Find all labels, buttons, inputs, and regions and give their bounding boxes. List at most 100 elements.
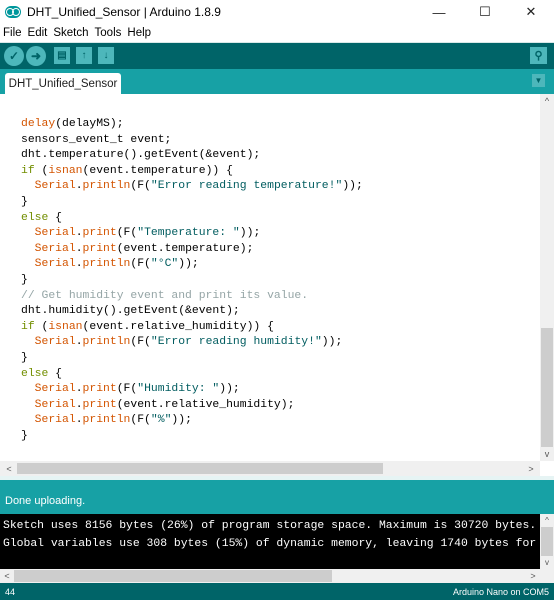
upload-icon: ➜: [30, 49, 42, 63]
minimize-button[interactable]: —: [416, 0, 462, 24]
menu-file[interactable]: File: [3, 27, 22, 39]
console-horizontal-scrollbar[interactable]: < >: [0, 569, 554, 583]
code-token: }: [21, 430, 28, 442]
scroll-up-arrow-icon[interactable]: ^: [540, 514, 554, 527]
serial-monitor-icon: ⚲: [534, 50, 543, 62]
window-title: DHT_Unified_Sensor | Arduino 1.8.9: [27, 5, 221, 19]
code-token: (delayMS);: [55, 118, 124, 130]
code-token: .: [75, 383, 83, 396]
panel-divider[interactable]: [0, 476, 554, 488]
menu-edit[interactable]: Edit: [28, 27, 48, 39]
code-line: Serial.println(F("°C"));: [21, 257, 199, 271]
code-token: Serial: [34, 414, 76, 427]
code-token: "Temperature: ": [137, 227, 240, 240]
code-editor[interactable]: delay(delayMS); sensors_event_t event; dht…: [0, 94, 554, 476]
code-token: (event.temperature)) {: [82, 164, 233, 177]
code-token: .: [75, 336, 83, 349]
scroll-thumb[interactable]: [541, 527, 553, 556]
open-button[interactable]: ↑: [76, 47, 92, 64]
code-line: else {: [21, 367, 62, 381]
code-line: }: [21, 273, 28, 287]
code-token: (: [34, 320, 49, 333]
code-token: .: [75, 398, 83, 411]
code-token: Serial: [34, 383, 76, 396]
scroll-right-arrow-icon[interactable]: >: [526, 569, 540, 583]
code-token: Serial: [34, 227, 76, 240]
code-line: }: [21, 429, 28, 443]
status-bar: 44 Arduino Nano on COM5: [0, 583, 554, 600]
scroll-down-arrow-icon[interactable]: v: [540, 447, 554, 461]
code-line: Serial.println(F("Error reading humidity…: [21, 335, 343, 349]
code-token: (: [34, 164, 49, 177]
scroll-left-arrow-icon[interactable]: <: [0, 569, 14, 583]
console-line: Global variables use 308 bytes (15%) of …: [3, 538, 537, 550]
code-token: (F(: [130, 258, 151, 271]
scroll-right-arrow-icon[interactable]: >: [524, 461, 538, 476]
code-token: (F(: [130, 414, 151, 427]
code-token: .: [75, 414, 83, 427]
code-token: dht.temperature().getEvent(&event);: [21, 149, 261, 162]
scroll-thumb[interactable]: [14, 570, 332, 582]
maximize-button[interactable]: ☐: [462, 0, 508, 24]
scroll-left-arrow-icon[interactable]: <: [2, 461, 16, 476]
code-line: dht.temperature().getEvent(&event);: [21, 148, 260, 162]
menu-sketch[interactable]: Sketch: [53, 27, 88, 39]
save-button[interactable]: ↓: [98, 47, 114, 64]
code-token: ));: [219, 383, 240, 396]
code-token: }: [21, 196, 28, 208]
code-token: (F(: [130, 180, 151, 193]
editor-horizontal-scrollbar[interactable]: < >: [0, 461, 540, 476]
code-token: ));: [342, 180, 363, 193]
code-token: println: [82, 414, 131, 427]
code-token: (F(: [116, 227, 138, 240]
code-token: println: [82, 258, 131, 271]
menu-bar: File Edit Sketch Tools Help: [0, 24, 554, 42]
code-token: (F(: [116, 383, 138, 396]
code-line: Serial.print(event.temperature);: [21, 242, 254, 256]
code-token: (event.relative_humidity)) {: [82, 320, 274, 333]
code-token: else: [21, 211, 49, 224]
code-line: if (isnan(event.temperature)) {: [21, 164, 233, 178]
save-icon: ↓: [103, 50, 109, 61]
code-token: .: [75, 242, 83, 255]
code-token: Serial: [34, 180, 76, 193]
code-token: print: [82, 383, 117, 396]
code-token: delay: [21, 118, 56, 130]
open-icon: ↑: [81, 50, 87, 61]
code-token: // Get humidity event and print its valu…: [21, 289, 309, 302]
chevron-down-icon: ▼: [534, 76, 543, 85]
code-line: else {: [21, 211, 62, 225]
code-token: if: [21, 164, 35, 177]
code-token: .: [75, 258, 83, 271]
editor-vertical-scrollbar[interactable]: ^ v: [540, 94, 554, 461]
code-token: }: [21, 352, 28, 364]
code-token: println: [82, 336, 131, 349]
tab-dht-unified-sensor[interactable]: DHT_Unified_Sensor: [5, 73, 121, 94]
scroll-thumb[interactable]: [17, 463, 383, 474]
code-token: {: [48, 367, 63, 380]
verify-icon: ✓: [8, 49, 20, 63]
serial-monitor-button[interactable]: ⚲: [530, 47, 547, 64]
code-line: // Get humidity event and print its valu…: [21, 289, 308, 303]
code-token: sensors_event_t event;: [21, 133, 172, 146]
code-line: }: [21, 195, 28, 209]
console-vertical-scrollbar[interactable]: ^ v: [540, 514, 554, 569]
code-token: Serial: [34, 258, 76, 271]
new-sketch-button[interactable]: ▤: [54, 47, 70, 64]
scroll-up-arrow-icon[interactable]: ^: [540, 94, 554, 108]
tab-bar: DHT_Unified_Sensor ▼: [0, 69, 554, 94]
code-token: "Error reading temperature!": [150, 180, 343, 193]
code-line: }: [21, 351, 28, 365]
scroll-down-arrow-icon[interactable]: v: [540, 556, 554, 569]
menu-help[interactable]: Help: [127, 27, 151, 39]
verify-button[interactable]: ✓: [4, 46, 24, 66]
close-button[interactable]: ✕: [508, 0, 554, 24]
code-area[interactable]: delay(delayMS); sensors_event_t event; dht…: [0, 94, 540, 461]
tab-menu-button[interactable]: ▼: [532, 74, 545, 87]
upload-button[interactable]: ➜: [26, 46, 46, 66]
code-token: dht.humidity().getEvent(&event);: [21, 305, 240, 318]
menu-tools[interactable]: Tools: [95, 27, 122, 39]
scroll-thumb[interactable]: [541, 328, 553, 447]
